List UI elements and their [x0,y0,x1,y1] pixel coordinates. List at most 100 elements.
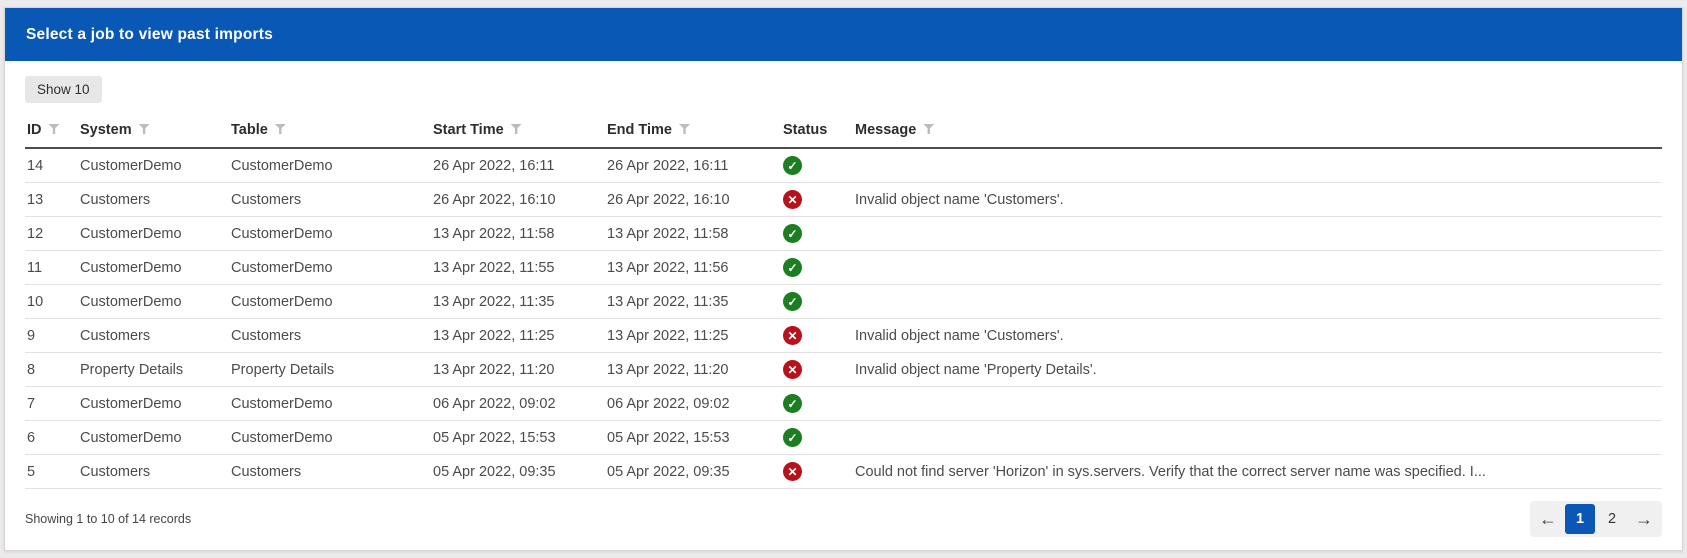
cell-table: CustomerDemo [229,421,431,455]
cell-id: 8 [25,353,78,387]
filter-icon[interactable] [511,124,522,134]
cell-message [853,217,1662,251]
cell-end-time: 13 Apr 2022, 11:35 [605,285,781,319]
status-success-icon: ✓ [783,224,802,243]
table-row[interactable]: 9 Customers Customers 13 Apr 2022, 11:25… [25,319,1662,353]
column-header-start-time[interactable]: Start Time [431,116,605,148]
cell-system: Property Details [78,353,229,387]
cell-end-time: 06 Apr 2022, 09:02 [605,387,781,421]
cell-system: CustomerDemo [78,285,229,319]
status-success-icon: ✓ [783,156,802,175]
panel-footer: Showing 1 to 10 of 14 records ← 1 2 → [5,488,1682,550]
table-row[interactable]: 6 CustomerDemo CustomerDemo 05 Apr 2022,… [25,421,1662,455]
filter-icon[interactable] [275,124,286,134]
table-row[interactable]: 10 CustomerDemo CustomerDemo 13 Apr 2022… [25,285,1662,319]
cell-end-time: 13 Apr 2022, 11:58 [605,217,781,251]
cell-table: Customers [229,183,431,217]
filter-icon[interactable] [139,124,150,134]
cell-start-time: 26 Apr 2022, 16:11 [431,148,605,183]
records-summary: Showing 1 to 10 of 14 records [25,512,191,526]
filter-icon[interactable] [49,124,60,134]
cell-status: ✕ [781,319,853,353]
cell-table: CustomerDemo [229,217,431,251]
page-button-1[interactable]: 1 [1565,504,1595,534]
cell-id: 11 [25,251,78,285]
column-header-system[interactable]: System [78,116,229,148]
show-count-button[interactable]: Show 10 [25,76,102,103]
column-header-status: Status [781,116,853,148]
column-header-message[interactable]: Message [853,116,1662,148]
cell-status: ✕ [781,353,853,387]
table-header-row: ID System Table Start Time End Time Stat… [25,116,1662,148]
cell-table: Customers [229,319,431,353]
column-header-end-time[interactable]: End Time [605,116,781,148]
table-row[interactable]: 8 Property Details Property Details 13 A… [25,353,1662,387]
status-error-icon: ✕ [783,462,802,481]
cell-system: Customers [78,183,229,217]
status-error-icon: ✕ [783,190,802,209]
cell-end-time: 13 Apr 2022, 11:56 [605,251,781,285]
status-success-icon: ✓ [783,292,802,311]
table-row[interactable]: 11 CustomerDemo CustomerDemo 13 Apr 2022… [25,251,1662,285]
cell-message [853,421,1662,455]
cell-id: 12 [25,217,78,251]
prev-page-button[interactable]: ← [1533,504,1563,534]
cell-status: ✕ [781,455,853,489]
page-button-2[interactable]: 2 [1597,504,1627,534]
status-success-icon: ✓ [783,394,802,413]
panel-title: Select a job to view past imports [26,26,273,44]
table-body: 14 CustomerDemo CustomerDemo 26 Apr 2022… [25,148,1662,489]
cell-end-time: 26 Apr 2022, 16:11 [605,148,781,183]
table-row[interactable]: 7 CustomerDemo CustomerDemo 06 Apr 2022,… [25,387,1662,421]
cell-table: CustomerDemo [229,148,431,183]
cell-start-time: 13 Apr 2022, 11:55 [431,251,605,285]
table-row[interactable]: 14 CustomerDemo CustomerDemo 26 Apr 2022… [25,148,1662,183]
cell-start-time: 13 Apr 2022, 11:25 [431,319,605,353]
cell-end-time: 05 Apr 2022, 15:53 [605,421,781,455]
cell-message: Invalid object name 'Property Details'. [853,353,1662,387]
cell-table: CustomerDemo [229,285,431,319]
cell-id: 9 [25,319,78,353]
cell-start-time: 05 Apr 2022, 15:53 [431,421,605,455]
cell-start-time: 05 Apr 2022, 09:35 [431,455,605,489]
cell-end-time: 26 Apr 2022, 16:10 [605,183,781,217]
cell-message [853,387,1662,421]
cell-message [853,148,1662,183]
filter-icon[interactable] [923,124,934,134]
cell-id: 5 [25,455,78,489]
cell-table: Property Details [229,353,431,387]
table-row[interactable]: 5 Customers Customers 05 Apr 2022, 09:35… [25,455,1662,489]
cell-system: Customers [78,319,229,353]
cell-table: CustomerDemo [229,387,431,421]
table-row[interactable]: 13 Customers Customers 26 Apr 2022, 16:1… [25,183,1662,217]
next-page-button[interactable]: → [1629,504,1659,534]
cell-status: ✕ [781,183,853,217]
imports-table: ID System Table Start Time End Time Stat… [25,116,1662,489]
cell-table: Customers [229,455,431,489]
panel-body: Show 10 ID System Table Start Time End T… [5,61,1682,489]
cell-message [853,251,1662,285]
cell-start-time: 13 Apr 2022, 11:35 [431,285,605,319]
cell-system: CustomerDemo [78,387,229,421]
cell-status: ✓ [781,421,853,455]
cell-status: ✓ [781,148,853,183]
past-imports-panel: Select a job to view past imports Show 1… [4,7,1683,551]
cell-system: CustomerDemo [78,148,229,183]
cell-id: 14 [25,148,78,183]
filter-icon[interactable] [679,124,690,134]
panel-header: Select a job to view past imports [5,8,1682,61]
status-error-icon: ✕ [783,360,802,379]
cell-message: Invalid object name 'Customers'. [853,183,1662,217]
cell-end-time: 13 Apr 2022, 11:25 [605,319,781,353]
cell-system: CustomerDemo [78,251,229,285]
pagination: ← 1 2 → [1530,501,1662,537]
cell-system: Customers [78,455,229,489]
cell-message [853,285,1662,319]
cell-table: CustomerDemo [229,251,431,285]
cell-status: ✓ [781,285,853,319]
column-header-id[interactable]: ID [25,116,78,148]
table-row[interactable]: 12 CustomerDemo CustomerDemo 13 Apr 2022… [25,217,1662,251]
column-header-table[interactable]: Table [229,116,431,148]
cell-start-time: 13 Apr 2022, 11:20 [431,353,605,387]
status-success-icon: ✓ [783,258,802,277]
